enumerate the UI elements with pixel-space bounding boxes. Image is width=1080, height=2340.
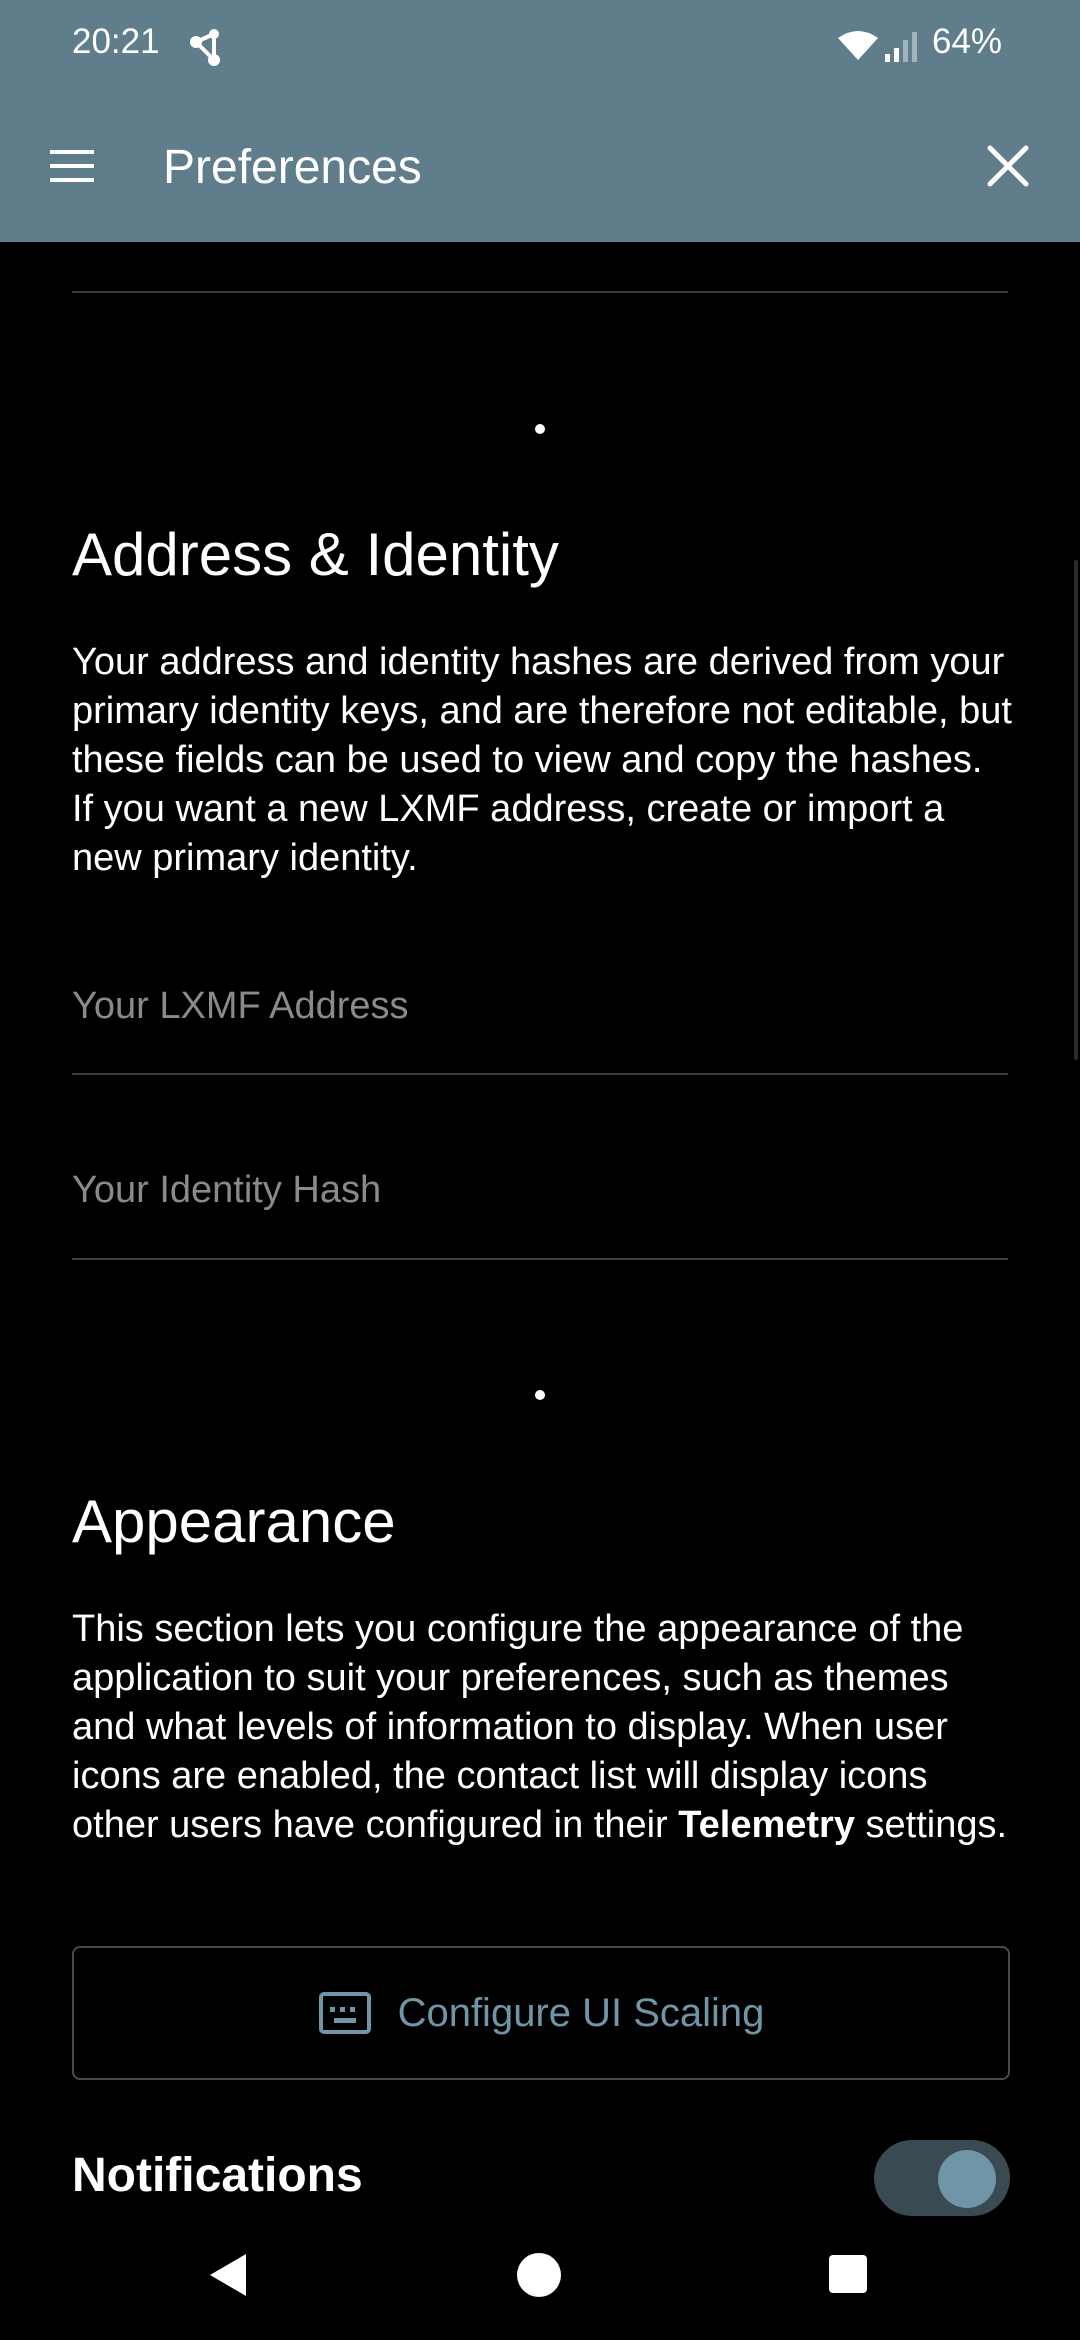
identity-hash-field[interactable] bbox=[72, 1160, 1008, 1230]
back-icon[interactable] bbox=[206, 2250, 250, 2300]
close-icon[interactable] bbox=[976, 134, 1040, 198]
page-title: Preferences bbox=[163, 141, 422, 194]
field-underline bbox=[72, 1258, 1008, 1260]
telemetry-emphasis: Telemetry bbox=[678, 1804, 855, 1846]
home-icon[interactable] bbox=[516, 2252, 562, 2298]
appearance-description: This section lets you configure the appe… bbox=[72, 1605, 1012, 1850]
notifications-label: Notifications bbox=[72, 2149, 363, 2202]
configure-ui-scaling-label: Configure UI Scaling bbox=[397, 1990, 765, 2035]
lxmf-address-field[interactable] bbox=[72, 976, 1008, 1046]
appearance-heading: Appearance bbox=[72, 1488, 396, 1555]
status-bar: 20:21 64% bbox=[0, 0, 1080, 92]
wifi-icon bbox=[838, 31, 878, 60]
battery-level: 64% bbox=[932, 22, 1003, 61]
appearance-description-end: settings. bbox=[854, 1804, 1008, 1846]
top-app-bar: 20:21 64% Preferences bbox=[0, 0, 1080, 242]
identity-hash-input[interactable] bbox=[72, 1160, 1008, 1220]
signal-icon bbox=[885, 32, 917, 62]
menu-icon[interactable] bbox=[40, 134, 104, 198]
status-time: 20:21 bbox=[72, 22, 160, 61]
configure-ui-scaling-button[interactable]: Configure UI Scaling bbox=[72, 1946, 1010, 2080]
recents-icon[interactable] bbox=[828, 2254, 868, 2294]
address-identity-heading: Address & Identity bbox=[72, 521, 559, 588]
lxmf-address-input[interactable] bbox=[72, 976, 1008, 1036]
scrollbar[interactable] bbox=[1074, 560, 1078, 1060]
section-separator-dot bbox=[535, 1390, 545, 1400]
share-icon bbox=[190, 29, 220, 66]
toggle-knob bbox=[938, 2150, 996, 2208]
keyboard-icon bbox=[318, 1992, 371, 2034]
field-underline bbox=[72, 1073, 1008, 1075]
system-navigation-bar bbox=[0, 2224, 1080, 2340]
notifications-toggle[interactable] bbox=[874, 2140, 1010, 2216]
section-separator-dot bbox=[535, 424, 545, 434]
section-divider bbox=[72, 291, 1008, 293]
address-identity-description: Your address and identity hashes are der… bbox=[72, 641, 1012, 879]
